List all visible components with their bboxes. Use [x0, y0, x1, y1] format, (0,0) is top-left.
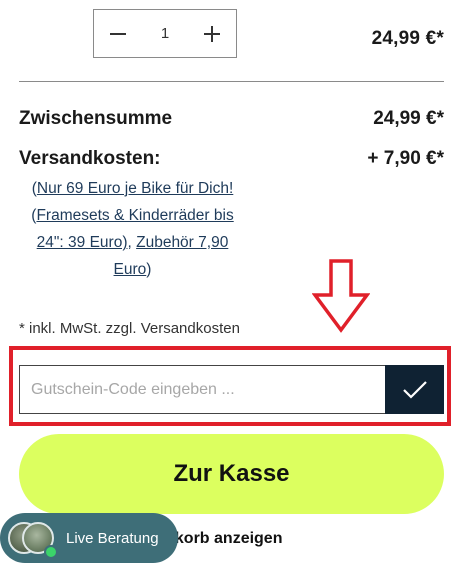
- down-arrow-annotation-icon: [312, 259, 370, 333]
- decrease-quantity-button[interactable]: [94, 10, 142, 57]
- live-chat-label: Live Beratung: [66, 529, 159, 547]
- quantity-value[interactable]: 1: [142, 10, 188, 57]
- checkmark-icon: [402, 380, 427, 399]
- divider: [19, 81, 444, 82]
- coupon-code-input[interactable]: [19, 365, 385, 414]
- shipping-note: (Nur 69 Euro je Bike für Dich! (Framesets…: [19, 175, 246, 283]
- checkout-button[interactable]: Zur Kasse: [19, 434, 444, 514]
- quantity-stepper: 1: [93, 9, 237, 58]
- paren-close: ): [146, 261, 152, 278]
- comma: ,: [127, 234, 137, 251]
- tax-note: * inkl. MwSt. zzgl. Versandkosten: [19, 320, 240, 337]
- item-price: 24,99 €*: [371, 28, 444, 49]
- live-chat-button[interactable]: Live Beratung: [0, 513, 178, 563]
- online-status-icon: [44, 545, 58, 559]
- shipping-label: Versandkosten:: [19, 148, 161, 169]
- plus-icon: [204, 25, 220, 42]
- subtotal-value: 24,99 €*: [373, 108, 444, 129]
- shipping-value: + 7,90 €*: [367, 148, 444, 169]
- increase-quantity-button[interactable]: [188, 10, 236, 57]
- coupon-submit-button[interactable]: [385, 365, 444, 414]
- advisor-avatars: [6, 513, 60, 563]
- minus-icon: [110, 32, 126, 35]
- shipping-bike-link[interactable]: Nur 69 Euro je Bike für Dich!: [37, 180, 233, 197]
- subtotal-label: Zwischensumme: [19, 108, 173, 129]
